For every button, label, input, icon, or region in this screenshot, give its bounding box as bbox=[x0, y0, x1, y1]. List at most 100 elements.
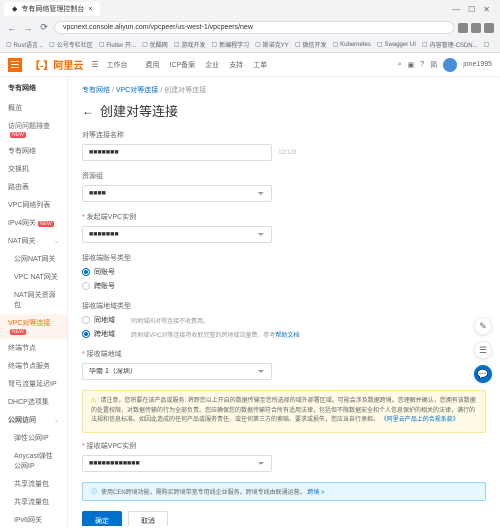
radio-same-account[interactable]: 同账号 bbox=[82, 267, 486, 277]
account-type-label: 接收端账号类型 bbox=[82, 253, 486, 263]
help-icon[interactable]: ? bbox=[420, 61, 424, 68]
back-arrow-icon[interactable]: ← bbox=[82, 104, 94, 118]
breadcrumb: 专有网络 / VPC对等连接 / 创建对等连接 bbox=[82, 85, 486, 95]
sidebar-item[interactable]: VPC NAT网关 bbox=[0, 268, 67, 286]
sidebar-item[interactable]: 终端节点 bbox=[0, 339, 67, 357]
bookmark-item[interactable]: 内容管理-CSDN... bbox=[422, 40, 478, 49]
sidebar-item[interactable]: 共享流量包 bbox=[0, 475, 67, 493]
name-input[interactable] bbox=[82, 144, 272, 161]
sidebar-item[interactable]: IPv6网关 bbox=[0, 511, 67, 526]
compliance-link[interactable]: 《阿里云产品上的合规条款》 bbox=[381, 417, 459, 423]
menu-button[interactable] bbox=[8, 58, 22, 72]
sidebar-item[interactable]: 终端节点服务 bbox=[0, 357, 67, 375]
header-nav-item[interactable]: 工单 bbox=[253, 60, 267, 70]
username[interactable]: jone1995 bbox=[463, 61, 492, 68]
info-alert: ⓘ使用CEN跨境功能，需购买跨境带宽专用线企业服务。跨境专线由联通运营。 跨境 … bbox=[82, 482, 486, 501]
radio-icon bbox=[82, 316, 90, 324]
url-input[interactable]: vpcnext.console.aliyun.com/vpcpeer/us-we… bbox=[54, 21, 454, 34]
lang-icon[interactable]: 简 bbox=[430, 60, 437, 70]
target-vpc-select[interactable]: ■■■■■■■■■■■■ bbox=[82, 455, 272, 472]
source-vpc-label: 发起端VPC实例 bbox=[82, 212, 486, 222]
sidebar-item[interactable]: VPC对等连接NEW bbox=[0, 314, 67, 339]
sidebar-item[interactable]: 交换机 bbox=[0, 160, 67, 178]
sidebar-item[interactable]: 共享流量包 bbox=[0, 493, 67, 511]
breadcrumb-link[interactable]: VPC对等连接 bbox=[116, 87, 158, 94]
chevron-down-icon: ⌄ bbox=[54, 417, 59, 424]
extension-icon[interactable] bbox=[471, 23, 481, 33]
bookmark-item[interactable]: 斯诺克YY bbox=[255, 40, 289, 49]
notification-icon[interactable]: ▣ bbox=[408, 61, 415, 69]
nav-reload-icon[interactable]: ⟳ bbox=[38, 22, 50, 34]
sidebar-item[interactable]: NAT网关资源包 bbox=[0, 286, 67, 314]
warning-icon: ⚠ bbox=[91, 398, 96, 404]
extension-icon[interactable] bbox=[458, 23, 468, 33]
tab-close-icon[interactable]: × bbox=[88, 6, 92, 13]
sidebar-item[interactable]: DHCP选项集 bbox=[0, 393, 67, 411]
sidebar-item[interactable]: NAT网关⌄ bbox=[0, 232, 67, 250]
bookmark-item[interactable]: Swagger UI bbox=[377, 40, 416, 49]
nav-back-icon[interactable]: ← bbox=[6, 22, 18, 34]
radio-same-region[interactable]: 同地域同地域间对等连接不收费用。 bbox=[82, 315, 486, 325]
cross-border-link[interactable]: 跨境 > bbox=[307, 490, 324, 496]
help-doc-link[interactable]: 帮助文档 bbox=[275, 333, 299, 339]
source-vpc-select[interactable]: ■■■■■■■ bbox=[82, 226, 272, 243]
header-nav-item[interactable]: 支持 bbox=[229, 60, 243, 70]
info-icon: ⓘ bbox=[91, 490, 97, 496]
breadcrumb-current: 创建对等连接 bbox=[164, 87, 206, 94]
window-minimize-icon[interactable]: — bbox=[452, 5, 460, 14]
bookmark-item[interactable]: 公号专栏社区 bbox=[49, 40, 93, 49]
window-close-icon[interactable]: ✕ bbox=[483, 5, 490, 14]
tab-title: 专有网络管理控制台 bbox=[21, 4, 84, 14]
aliyun-logo[interactable]: 【-】阿里云 bbox=[30, 57, 83, 72]
sidebar-item[interactable]: IPv4网关NEW bbox=[0, 214, 67, 232]
bookmark-item[interactable]: Kubernetes bbox=[333, 40, 371, 49]
sidebar-item[interactable]: 公网NAT网关 bbox=[0, 250, 67, 268]
workspace-label[interactable]: 工作台 bbox=[107, 60, 128, 70]
radio-cross-account[interactable]: 跨账号 bbox=[82, 281, 486, 291]
cancel-button[interactable]: 取消 bbox=[128, 511, 168, 526]
feedback-float-button[interactable]: ☰ bbox=[474, 341, 492, 359]
window-maximize-icon[interactable]: ☐ bbox=[468, 5, 475, 14]
sidebar-item[interactable]: 弹性公网IP bbox=[0, 429, 67, 447]
page-title: ← 创建对等连接 bbox=[82, 101, 486, 120]
header-nav-item[interactable]: 费用 bbox=[146, 60, 160, 70]
resource-group-label: 资源组 bbox=[82, 171, 486, 181]
sidebar-title: 专有网络 bbox=[0, 77, 67, 99]
header-nav-item[interactable]: ICP备案 bbox=[170, 60, 196, 70]
bookmark-item[interactable]: 微信开发 bbox=[295, 40, 327, 49]
sidebar-item[interactable]: 路由表 bbox=[0, 178, 67, 196]
bookmark-item[interactable]: Rust语言... bbox=[6, 40, 43, 49]
chevron-down-icon: ⌄ bbox=[54, 238, 59, 245]
bookmark-item[interactable]: Flutter 开... bbox=[99, 40, 136, 49]
chat-float-button[interactable]: 💬 bbox=[474, 365, 492, 383]
sidebar-item[interactable]: 概览 bbox=[0, 99, 67, 117]
header-nav-item[interactable]: 企业 bbox=[205, 60, 219, 70]
warning-alert: ⚠请注意，您将要在该产品或服务: 将跨您以上开启的数据传输至您所选择的域外部署区… bbox=[82, 390, 486, 433]
name-label: 对等连接名称 bbox=[82, 130, 486, 140]
sidebar-item[interactable]: 公网访问⌄ bbox=[0, 411, 67, 429]
sidebar-item[interactable]: VPC网络列表 bbox=[0, 196, 67, 214]
bookmark-item[interactable]: 优酷网 bbox=[142, 40, 168, 49]
radio-cross-region[interactable]: 跨地域跨地域VPC对等连接将收取完整的跨地域流量费，参考帮助文档 bbox=[82, 329, 486, 339]
browser-tab[interactable]: ◆ 专有网络管理控制台 × bbox=[4, 2, 100, 16]
sidebar-item[interactable]: 访问问题排查NEW bbox=[0, 117, 67, 142]
bookmark-item[interactable]: 新编程学习 bbox=[211, 40, 249, 49]
workspace-icon[interactable]: ☰ bbox=[91, 60, 98, 69]
breadcrumb-link[interactable]: 专有网络 bbox=[82, 87, 110, 94]
confirm-button[interactable]: 确定 bbox=[82, 511, 122, 526]
target-region-select[interactable]: 华南 1（深圳） bbox=[82, 363, 272, 380]
resource-group-select[interactable]: ■■■■ bbox=[82, 185, 272, 202]
bookmark-item[interactable]: 游戏开发 bbox=[174, 40, 206, 49]
sidebar-item[interactable]: 弩弓流量延迟IP bbox=[0, 375, 67, 393]
search-icon[interactable]: ⌕ bbox=[398, 61, 402, 69]
region-type-label: 接收端地域类型 bbox=[82, 301, 486, 311]
sidebar-item[interactable]: 专有网络 bbox=[0, 142, 67, 160]
extension-icon[interactable] bbox=[484, 23, 494, 33]
avatar[interactable] bbox=[443, 58, 457, 72]
edit-float-button[interactable]: ✎ bbox=[474, 317, 492, 335]
radio-icon bbox=[82, 282, 90, 290]
bookmark-item[interactable] bbox=[484, 40, 490, 49]
radio-icon bbox=[82, 268, 90, 276]
nav-forward-icon[interactable]: → bbox=[22, 22, 34, 34]
sidebar-item[interactable]: Anycast弹性公网IP bbox=[0, 447, 67, 475]
